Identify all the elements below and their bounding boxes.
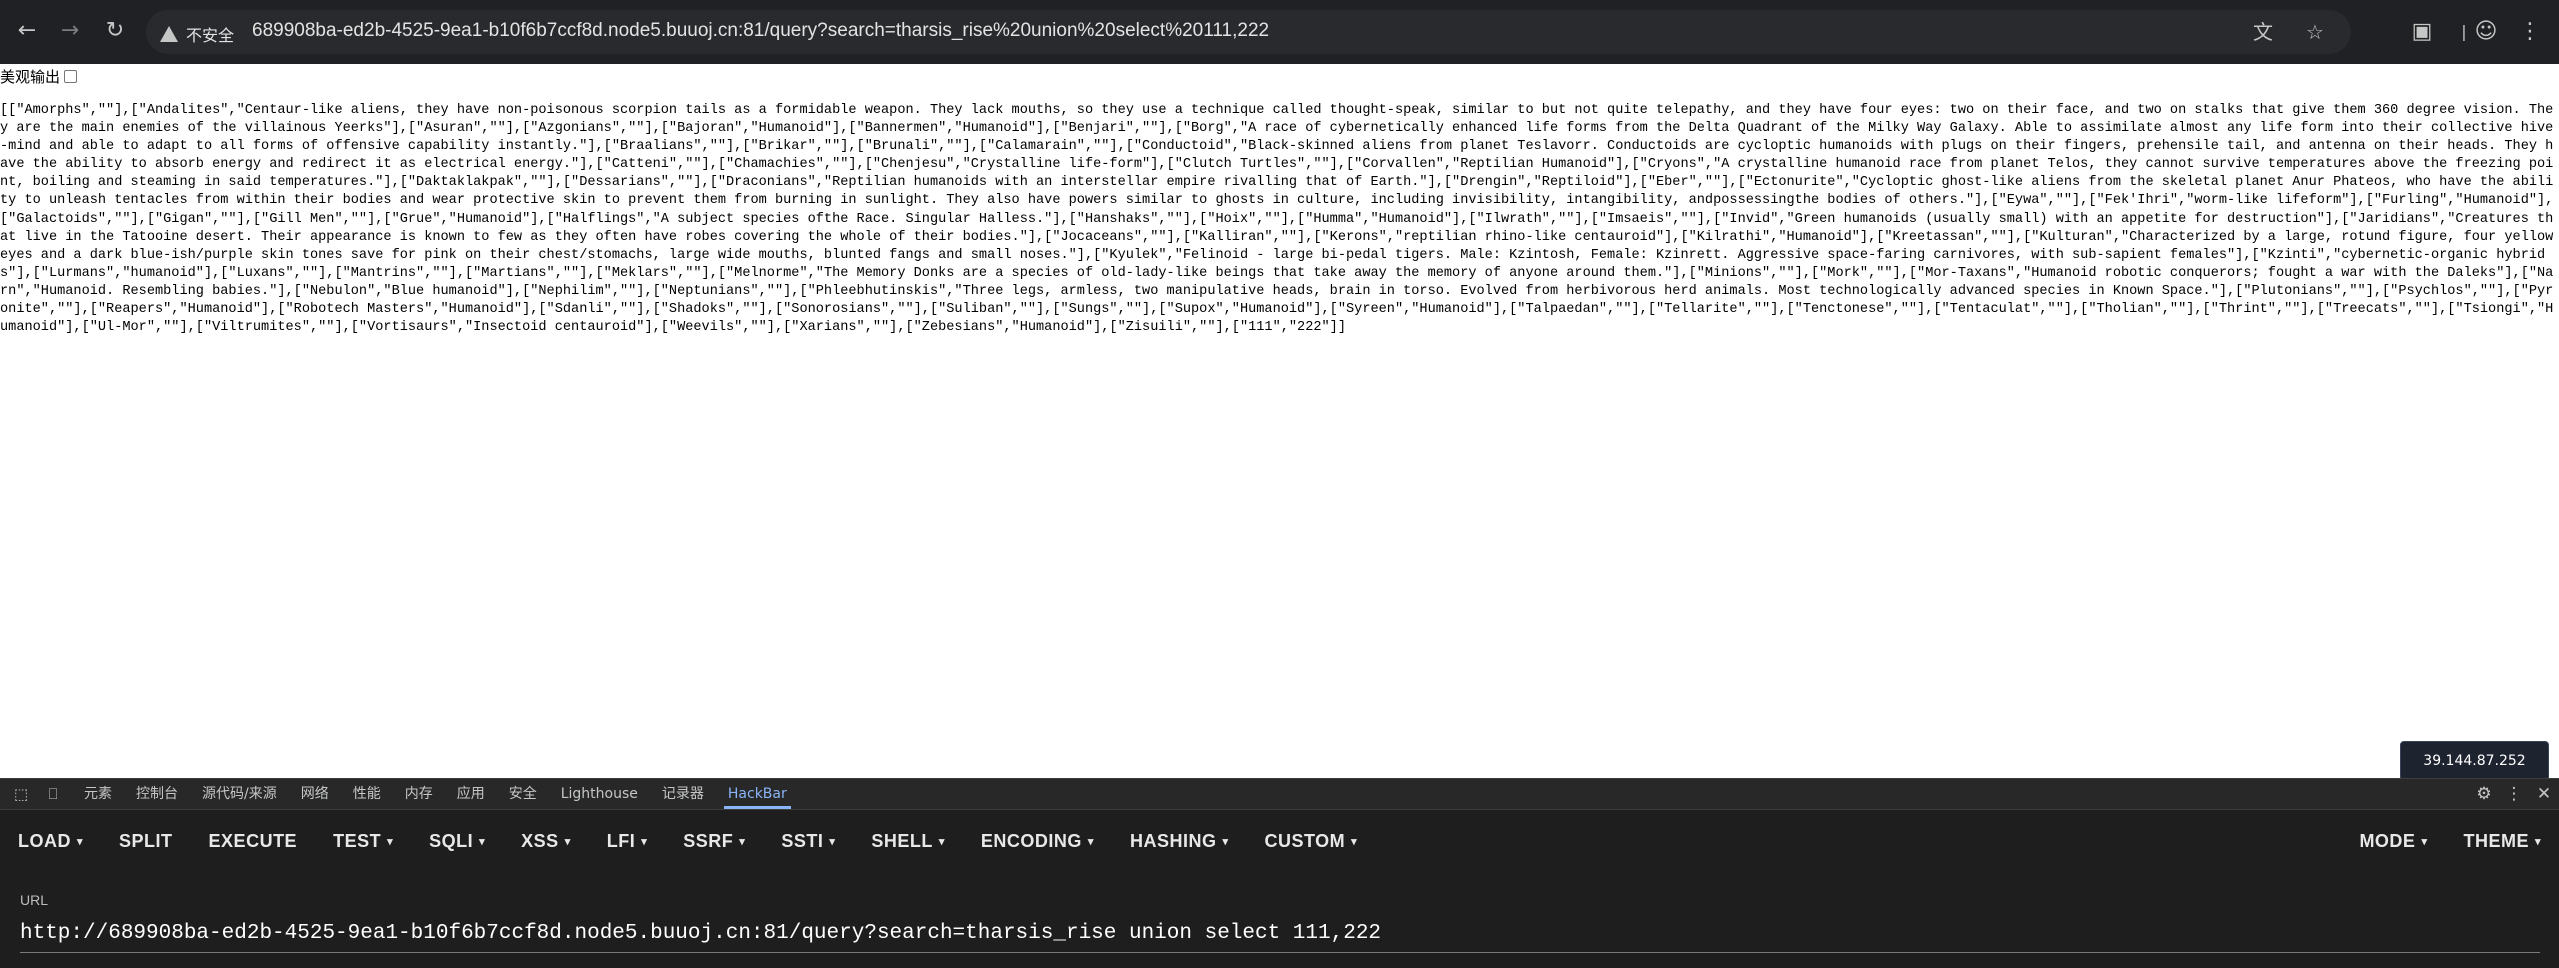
devtools-tab-1[interactable]: 控制台 [124,779,190,809]
hackbar-menu-label: TEST [333,831,382,851]
hackbar-custom-button[interactable]: CUSTOM ▾ [1247,810,1376,872]
hackbar-menu-label: SSRF [683,831,734,851]
hackbar-menu-label: SHELL [871,831,933,851]
devtools-close-icon[interactable]: ✕ [2529,784,2559,804]
warning-icon [160,26,178,42]
back-icon[interactable]: ← [12,16,42,46]
hackbar-panel: LOAD ▾ SPLIT EXECUTE TEST ▾ SQLI ▾ XSS ▾ LFI ▾ SSRF ▾… [0,810,2559,968]
hackbar-menu-label: SPLIT [119,831,173,851]
devtools-tab-0[interactable]: 元素 [72,779,124,809]
more-menu-icon[interactable]: ⋮ [2514,16,2546,48]
devtools-tab-10[interactable]: HackBar [716,779,799,809]
browser-toolbar: ← → ↻ 不安全 689908ba-ed2b-4525-9ea1-b10f6b… [0,0,2559,64]
url-input[interactable]: http://689908ba-ed2b-4525-9ea1-b10f6b7cc… [20,916,2540,953]
hackbar-right-menu: MODE ▾ THEME ▾ [2341,810,2559,872]
bookmark-star-icon[interactable]: ☆ [2299,16,2331,48]
hackbar-ssrf-button[interactable]: SSRF ▾ [665,810,763,872]
devtools-tab-8[interactable]: Lighthouse [549,779,650,809]
caret-down-icon: ▾ [641,836,648,848]
security-label: 不安全 [186,26,235,45]
hackbar-menu-label: XSS [521,831,559,851]
hackbar-menu-label: ENCODING [980,831,1082,851]
devtools-more-icon[interactable]: ⋮ [2499,784,2529,804]
hackbar-load-button[interactable]: LOAD ▾ [0,810,101,872]
ip-badge: 39.144.87.252 [2400,741,2549,781]
forward-icon[interactable]: → [55,16,85,46]
devtools-tab-2[interactable]: 源代码/来源 [190,779,289,809]
settings-gear-icon[interactable]: ⚙ [2469,784,2499,804]
hackbar-sqli-button[interactable]: SQLI ▾ [411,810,503,872]
url-label: URL [20,892,49,908]
devtools-tab-6[interactable]: 应用 [445,779,497,809]
hackbar-menu-label: THEME [2463,831,2529,851]
translate-icon[interactable]: 文 [2247,16,2279,48]
hackbar-menu-label: CUSTOM [1264,831,1346,851]
pretty-print-toggle[interactable]: 美观输出 [0,66,78,87]
caret-down-icon: ▾ [2534,836,2541,848]
devtools-tab-4[interactable]: 性能 [341,779,393,809]
hackbar-hashing-button[interactable]: HASHING ▾ [1112,810,1247,872]
hackbar-menu-label: LOAD [18,831,71,851]
devtools-tab-bar: ⬚ ⎕ 元素 控制台 源代码/来源 网络 性能 内存 应用 安全 Lighthouse 记录器 Ha… [0,778,2559,810]
hackbar-theme-button[interactable]: THEME ▾ [2445,810,2559,872]
caret-down-icon: ▾ [479,836,486,848]
hackbar-menu-label: SSTI [781,831,824,851]
devtools-tab-3[interactable]: 网络 [289,779,341,809]
caret-down-icon: ▾ [1351,836,1358,848]
pretty-print-label: 美观输出 [0,69,61,86]
hackbar-encoding-button[interactable]: ENCODING ▾ [963,810,1112,872]
hackbar-menu-label: SQLI [429,831,474,851]
devtools-tab-9[interactable]: 记录器 [650,779,716,809]
devtools-tab-7[interactable]: 安全 [497,779,549,809]
caret-down-icon: ▾ [739,836,746,848]
hackbar-menu-label: EXECUTE [208,831,298,851]
reload-icon[interactable]: ↻ [100,16,130,46]
device-toolbar-icon[interactable]: ⎕ [42,783,64,805]
devtools-tab-5[interactable]: 内存 [393,779,445,809]
profile-icon[interactable]: ☺ [2470,16,2502,48]
json-output: [["Amorphs",""],["Andalites","Centaur-li… [0,103,2554,336]
inspect-element-icon[interactable]: ⬚ [10,783,32,805]
caret-down-icon: ▾ [2421,836,2428,848]
pretty-print-checkbox[interactable] [64,70,78,83]
caret-down-icon: ▾ [829,836,836,848]
extensions-icon[interactable]: ▣ [2406,16,2438,48]
caret-down-icon: ▾ [938,836,945,848]
caret-down-icon: ▾ [1087,836,1094,848]
hackbar-shell-button[interactable]: SHELL ▾ [853,810,963,872]
caret-down-icon: ▾ [564,836,571,848]
caret-down-icon: ▾ [387,836,394,848]
caret-down-icon: ▾ [77,836,84,848]
hackbar-execute-button[interactable]: EXECUTE [191,810,316,872]
hackbar-test-button[interactable]: TEST ▾ [315,810,411,872]
hackbar-menu-label: LFI [606,831,636,851]
caret-down-icon: ▾ [1222,836,1229,848]
hackbar-split-button[interactable]: SPLIT [101,810,191,872]
address-bar[interactable]: 不安全 689908ba-ed2b-4525-9ea1-b10f6b7ccf8d… [146,10,2351,54]
hackbar-menu-label: HASHING [1129,831,1217,851]
hackbar-xss-button[interactable]: XSS ▾ [503,810,589,872]
address-url[interactable]: 689908ba-ed2b-4525-9ea1-b10f6b7ccf8d.nod… [252,20,1269,42]
hackbar-menu-label: MODE [2359,831,2416,851]
security-indicator[interactable]: 不安全 [160,22,234,46]
hackbar-lfi-button[interactable]: LFI ▾ [589,810,666,872]
hackbar-mode-button[interactable]: MODE ▾ [2341,810,2445,872]
hackbar-ssti-button[interactable]: SSTI ▾ [763,810,853,872]
devtools-tabs: 元素 控制台 源代码/来源 网络 性能 内存 应用 安全 Lighthouse 记录器 HackBa… [72,779,799,809]
hackbar-menu: LOAD ▾ SPLIT EXECUTE TEST ▾ SQLI ▾ XSS ▾ LFI ▾ SSRF ▾… [0,810,2559,872]
